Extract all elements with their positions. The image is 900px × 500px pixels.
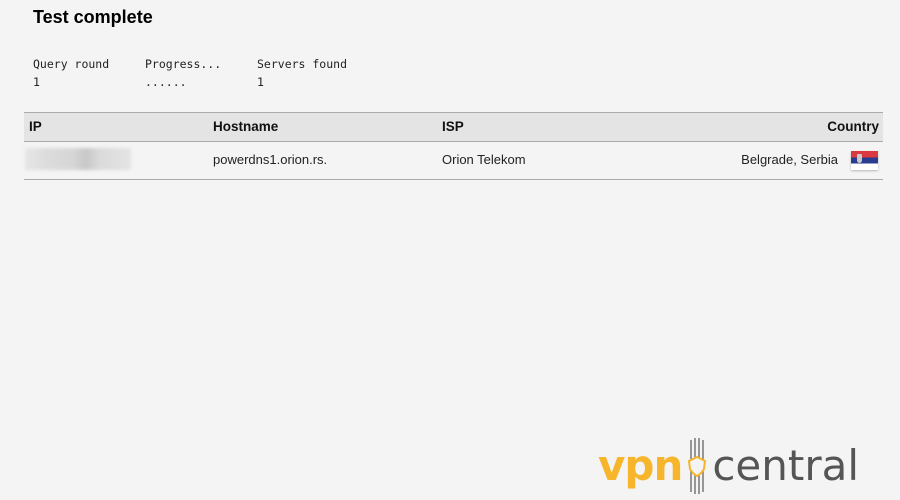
country-cell: Belgrade, Serbia <box>741 152 838 167</box>
table-header: IP Hostname ISP Country <box>24 112 883 142</box>
stat-progress: Progress... ...... <box>145 55 221 91</box>
column-header-isp: ISP <box>442 119 464 134</box>
isp-cell: Orion Telekom <box>442 152 526 167</box>
stat-servers-found: Servers found 1 <box>257 55 347 91</box>
table-row: powerdns1.orion.rs. Orion Telekom Belgra… <box>24 142 883 180</box>
stat-value: 1 <box>33 75 40 89</box>
page-title: Test complete <box>33 7 153 27</box>
stat-label: Progress... <box>145 57 222 71</box>
column-header-hostname: Hostname <box>213 119 279 134</box>
logo-text-vpn: vpn <box>598 441 683 490</box>
stat-label: Query round <box>33 57 110 71</box>
column-header-ip: IP <box>29 119 42 134</box>
stat-value: 1 <box>257 75 264 89</box>
results-table: IP Hostname ISP Country powerdns1.orion.… <box>24 112 883 180</box>
vpncentral-logo: vpn central <box>598 438 859 494</box>
hostname-cell: powerdns1.orion.rs. <box>213 152 328 167</box>
column-header-country: Country <box>827 119 879 134</box>
stat-value: ...... <box>145 75 187 89</box>
serbia-flag-icon <box>851 151 878 170</box>
logo-text-central: central <box>712 441 860 490</box>
shield-icon <box>682 438 712 494</box>
stat-label: Servers found <box>257 57 348 71</box>
stat-query-round: Query round 1 <box>33 55 109 91</box>
